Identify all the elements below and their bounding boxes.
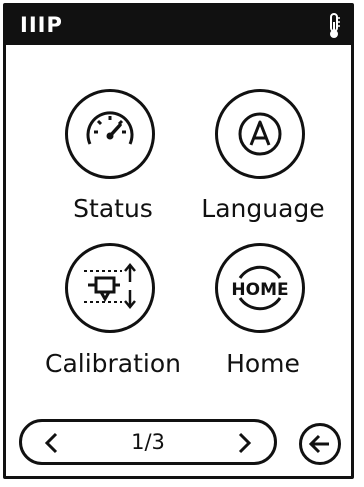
home-icon: HOME	[231, 265, 289, 311]
screen-frame: IIIP Status Language Calibration HOME Ho…	[3, 3, 354, 479]
status-label: Status	[73, 194, 153, 223]
calibration-icon-circle	[65, 243, 155, 333]
back-arrow-icon	[308, 434, 329, 454]
status-button[interactable]: Status	[38, 89, 188, 229]
language-icon-circle	[215, 89, 305, 179]
calibration-button[interactable]: Calibration	[38, 243, 188, 383]
language-button[interactable]: Language	[188, 89, 338, 229]
gauge-icon	[86, 111, 134, 145]
language-label: Language	[201, 194, 325, 223]
thermometer-icon	[330, 13, 340, 38]
back-button[interactable]	[299, 423, 341, 465]
home-button[interactable]: HOME Home	[188, 243, 338, 383]
home-icon-text: HOME	[231, 280, 288, 300]
status-icon-circle	[65, 89, 155, 179]
calibration-label: Calibration	[44, 349, 182, 378]
chevron-right-icon[interactable]	[230, 429, 258, 457]
page-navigator: 1/3	[19, 419, 277, 465]
home-icon-circle: HOME	[215, 243, 305, 333]
app-title: IIIP	[20, 13, 63, 37]
calibration-icon	[84, 263, 136, 309]
title-bar: IIIP	[6, 6, 351, 45]
home-label: Home	[226, 349, 300, 378]
letter-a-icon	[238, 112, 282, 156]
